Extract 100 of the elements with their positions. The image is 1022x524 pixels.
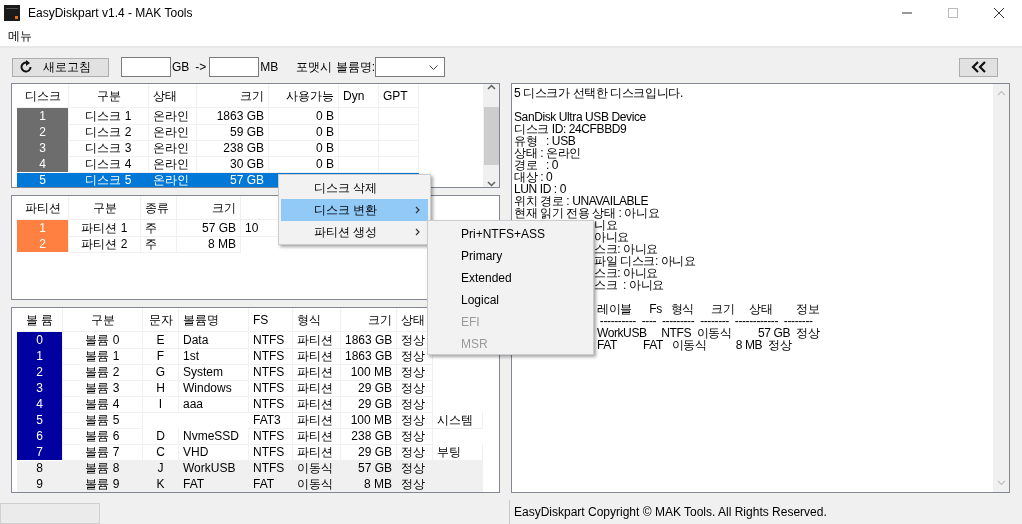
info-line: 스크 : 아니요 xyxy=(594,279,664,291)
menu-item[interactable]: Extended xyxy=(430,267,591,289)
column-header[interactable]: 크기 xyxy=(197,84,269,108)
table-cell: 238 GB xyxy=(341,428,397,445)
scroll-down-icon[interactable] xyxy=(486,181,496,187)
table-cell: 1863 GB xyxy=(341,332,397,349)
table-row[interactable]: 2 디스크 2 온라인 59 GB 0 B xyxy=(17,124,419,140)
table-cell: 8 MB xyxy=(177,236,241,253)
app-icon xyxy=(4,5,20,21)
table-cell: 온라인 xyxy=(149,140,197,157)
column-header[interactable]: 크기 xyxy=(341,308,397,332)
table-cell: 주 xyxy=(141,220,177,237)
double-chevron-left-icon xyxy=(970,61,987,73)
table-cell: 온라인 xyxy=(149,124,197,141)
table-cell: 파티션 xyxy=(293,364,341,381)
table-cell: 0 B xyxy=(269,108,339,125)
info-line: 레이블 Fs 형식 크기 상태 정보 xyxy=(595,303,820,315)
table-cell: 59 GB xyxy=(197,124,269,141)
column-header[interactable]: 형식 xyxy=(293,308,341,332)
table-cell: Data xyxy=(179,332,249,349)
column-header[interactable]: FS xyxy=(249,308,293,332)
menu-item[interactable]: 메뉴 xyxy=(8,27,32,45)
refresh-icon xyxy=(19,60,33,74)
info-line: 디스크 ID: 24CFBBD9 xyxy=(514,123,627,135)
table-cell: 정상 xyxy=(397,412,433,429)
table-cell: aaa xyxy=(179,396,249,413)
column-header[interactable]: 상태 xyxy=(149,84,197,108)
table-cell: 100 MB xyxy=(341,412,397,429)
menu-item[interactable]: 디스크 변환 xyxy=(281,199,428,221)
info-line: 위치 경로 : UNAVAILABLE xyxy=(514,195,648,207)
table-cell-text: 정상 xyxy=(400,460,426,477)
refresh-button[interactable]: 새로고침 xyxy=(12,57,109,77)
table-cell: NvmeSSD xyxy=(179,428,249,445)
menu-item[interactable]: Primary xyxy=(430,245,591,267)
table-cell: 디스크 2 xyxy=(69,124,149,141)
column-header[interactable]: 파티션 xyxy=(17,196,69,220)
table-cell-text: WorkUSB xyxy=(182,460,237,477)
column-header[interactable]: 볼 륨 xyxy=(17,308,63,332)
column-header[interactable]: 구분 xyxy=(69,84,149,108)
column-header[interactable]: 구분 xyxy=(63,308,143,332)
scrollbar[interactable] xyxy=(483,84,499,187)
table-cell-text: 이동식 xyxy=(296,476,334,492)
column-header[interactable]: 구분 xyxy=(69,196,141,220)
size-input[interactable] xyxy=(121,57,171,77)
table-cell: 파티션 xyxy=(293,332,341,349)
table-cell: 파티션 xyxy=(293,348,341,365)
table-cell: 파티션 2 xyxy=(69,236,141,253)
unit-label: MB xyxy=(260,60,279,74)
info-line: 스크: 아니요 xyxy=(594,267,658,279)
arrow-label: -> xyxy=(195,60,207,74)
info-line: 대상 : 0 xyxy=(514,171,553,183)
table-cell: H xyxy=(143,380,179,397)
window-title: EasyDiskpart v1.4 - MAK Tools xyxy=(27,6,194,20)
column-header[interactable]: 크기 xyxy=(177,196,241,220)
table-cell-text: 정상 xyxy=(400,476,426,492)
status-text: EasyDiskpart Copyright © MAK Tools. All Rights Reserved. xyxy=(509,500,827,524)
table-row[interactable]: 3 디스크 3 온라인 238 GB 0 B xyxy=(17,140,419,156)
column-header[interactable]: 디스크 xyxy=(17,84,69,108)
table-cell-text: FAT xyxy=(182,476,206,492)
table-cell-text: 8 xyxy=(35,460,44,477)
info-line: LUN ID : 0 xyxy=(514,183,567,195)
table-row[interactable]: 9 볼륨 9 K FAT FAT 이동식 8 MB 정상 xyxy=(17,476,483,492)
column-header[interactable]: 문자 xyxy=(143,308,179,332)
close-icon[interactable] xyxy=(994,8,1004,18)
table-cell-text: 볼륨 9 xyxy=(84,476,121,492)
scroll-up-icon[interactable] xyxy=(486,84,496,90)
format-label: 포맷시 볼륨명: xyxy=(296,58,376,76)
table-cell: 파티션 xyxy=(293,428,341,445)
collapse-button[interactable] xyxy=(959,57,998,77)
table-cell: 7 xyxy=(17,444,63,461)
table-cell: NTFS xyxy=(249,380,293,397)
size-input[interactable] xyxy=(209,57,260,77)
table-cell-text: 디스크 5 xyxy=(84,172,133,187)
table-cell: FAT3 xyxy=(249,412,293,429)
table-cell-text: 온라인 xyxy=(152,172,190,187)
table-cell: 볼륨 4 xyxy=(63,396,143,413)
table-cell: 볼륨 5 xyxy=(63,412,143,429)
column-header[interactable]: 사용가능 xyxy=(269,84,339,108)
volume-name-dropdown[interactable] xyxy=(375,57,446,77)
info-line: 경로 : 0 xyxy=(514,159,559,171)
table-cell-text: 볼륨 8 xyxy=(84,460,121,477)
info-line: SanDisk Ultra USB Device xyxy=(514,111,646,123)
table-cell-text: 8 MB xyxy=(363,476,393,492)
menu-item[interactable]: Logical xyxy=(430,289,591,311)
table-cell: 4 xyxy=(17,156,69,173)
info-line: 유형 : USB xyxy=(514,135,576,147)
table-cell: Windows xyxy=(179,380,249,397)
info-line: 5 디스크가 선택한 디스크입니다. xyxy=(514,87,683,99)
table-cell: E xyxy=(143,332,179,349)
table-row[interactable]: 1 디스크 1 온라인 1863 GB 0 B xyxy=(17,108,419,124)
column-header[interactable]: GPT xyxy=(379,84,419,108)
table-cell: 온라인 xyxy=(149,108,197,125)
column-header[interactable]: Dyn xyxy=(339,84,379,108)
table-cell: NTFS xyxy=(249,332,293,349)
table-cell: 볼륨 0 xyxy=(63,332,143,349)
menu-item[interactable]: Pri+NTFS+ASS xyxy=(430,223,591,245)
table-cell: NTFS xyxy=(249,364,293,381)
scroll-thumb[interactable] xyxy=(483,106,499,165)
column-header[interactable]: 볼륨명 xyxy=(179,308,249,332)
column-header[interactable]: 종류 xyxy=(141,196,177,220)
